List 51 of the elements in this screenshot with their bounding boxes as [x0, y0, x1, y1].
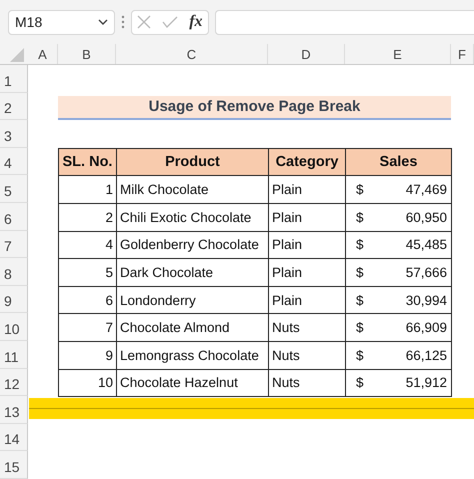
row-header[interactable]: 14 — [0, 424, 28, 452]
currency-symbol: $ — [356, 182, 364, 198]
table-header-cell: Category — [268, 148, 346, 176]
table-header-cell: Sales — [345, 148, 452, 176]
column-header[interactable]: B — [58, 44, 116, 64]
row-header[interactable]: 5 — [0, 175, 28, 203]
currency-symbol: $ — [356, 348, 364, 363]
row-header[interactable]: 6 — [0, 202, 28, 231]
name-box[interactable]: M18 — [8, 10, 115, 34]
currency-symbol: $ — [356, 264, 364, 280]
sales-value: 30,994 — [406, 292, 447, 308]
insert-function-button[interactable]: fx — [189, 13, 203, 31]
column-header[interactable]: E — [345, 44, 451, 64]
chevron-down-icon[interactable] — [98, 19, 108, 25]
row-header[interactable]: 8 — [0, 258, 28, 286]
cell-reference: M18 — [15, 14, 42, 30]
column-header[interactable]: A — [28, 44, 58, 64]
row-header[interactable]: 3 — [0, 120, 28, 148]
row-header[interactable]: 2 — [0, 92, 28, 120]
sales-value: 57,666 — [406, 264, 447, 280]
row-header[interactable]: 4 — [0, 148, 28, 176]
sales-value: 66,909 — [406, 320, 447, 336]
drag-handle-icon[interactable] — [121, 15, 125, 29]
column-header[interactable]: C — [116, 44, 268, 64]
row-header[interactable]: 1 — [0, 65, 28, 93]
currency-symbol: $ — [356, 375, 364, 390]
formula-input[interactable] — [215, 10, 474, 34]
table-cell: 10 — [58, 368, 117, 398]
column-header[interactable]: F — [451, 44, 474, 64]
row-header[interactable]: 13 — [0, 396, 28, 424]
table-header-cell: Product — [116, 148, 269, 176]
row-header[interactable]: 10 — [0, 313, 28, 341]
table-header-cell: SL. No. — [58, 148, 117, 176]
sales-value: 45,485 — [406, 237, 447, 252]
sales-value: 60,950 — [406, 210, 447, 225]
currency-symbol: $ — [356, 292, 364, 308]
sales-value: 66,125 — [406, 348, 447, 363]
currency-symbol: $ — [356, 237, 364, 252]
check-icon[interactable] — [162, 16, 178, 28]
row-header[interactable]: 11 — [0, 340, 28, 369]
currency-symbol: $ — [356, 210, 364, 225]
sales-value: 51,912 — [406, 375, 447, 390]
row-header[interactable]: 7 — [0, 230, 28, 258]
sales-value: 47,469 — [406, 182, 447, 198]
cancel-icon[interactable] — [137, 15, 152, 29]
row-header[interactable]: 12 — [0, 368, 28, 396]
column-header[interactable]: D — [268, 44, 345, 64]
row-header[interactable]: 15 — [0, 451, 28, 479]
currency-symbol: $ — [356, 320, 364, 336]
row-header[interactable]: 9 — [0, 286, 28, 314]
sheet-title: Usage of Remove Page Break — [58, 96, 451, 120]
